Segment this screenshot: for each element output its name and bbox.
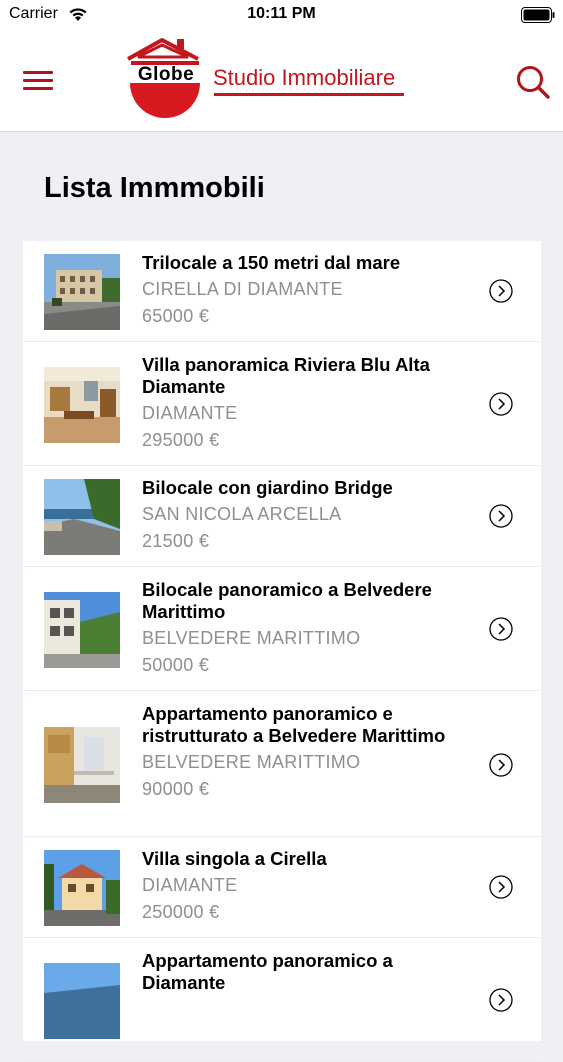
listing-photo [44,254,120,330]
listing-title: Villa panoramica Riviera Blu Alta Diaman… [142,354,430,397]
listing-price: 50000 € [142,655,210,675]
listing-title: Villa singola a Cirella [142,848,327,869]
search-icon[interactable] [515,64,551,100]
chevron-right-icon[interactable] [489,279,513,303]
listing-photo [44,850,120,926]
listing-row[interactable]: Villa panoramica Riviera Blu Alta Diaman… [23,342,541,466]
listing-location: CIRELLA DI DIAMANTE [142,279,343,299]
logo-mark-text: Globe [137,64,195,85]
listing-price: 295000 € [142,430,220,450]
listing-photo [44,727,120,803]
logo: Globe Studio Immobiliare [126,37,416,127]
listing-location: DIAMANTE [142,403,238,423]
chevron-right-icon[interactable] [489,617,513,641]
listing-title: Appartamento panoramico a Diamante [142,950,393,993]
listing-list: Trilocale a 150 metri dal mare CIRELLA D… [23,241,541,1062]
listing-price: 65000 € [142,306,210,326]
listing-row[interactable]: Appartamento panoramico a Diamante [23,938,541,1062]
listing-title: Bilocale con giardino Bridge [142,477,393,498]
status-time: 10:11 PM [247,5,316,22]
battery-icon [521,7,555,23]
logo-underline [214,93,404,96]
listing-row[interactable]: Appartamento panoramico e ristrutturato … [23,691,541,837]
listing-row[interactable]: Villa singola a Cirella DIAMANTE 250000 … [23,837,541,938]
page-title: Lista Immmobili [44,172,265,204]
listing-location: BELVEDERE MARITTIMO [142,752,361,772]
chevron-right-icon[interactable] [489,988,513,1012]
listing-title: Appartamento panoramico e ristrutturato … [142,703,446,746]
listing-photo [44,963,120,1039]
logo-text: Studio Immobiliare [213,65,396,90]
menu-icon[interactable] [23,70,53,92]
chevron-right-icon[interactable] [489,504,513,528]
chevron-right-icon[interactable] [489,875,513,899]
listing-photo [44,367,120,443]
nav-bar: Globe Studio Immobiliare [0,32,563,132]
chevron-right-icon[interactable] [489,392,513,416]
listing-price: 21500 € [142,531,210,551]
listing-photo [44,592,120,668]
listing-price: 90000 € [142,779,210,799]
listing-title: Trilocale a 150 metri dal mare [142,252,401,273]
listing-row[interactable]: Bilocale con giardino Bridge SAN NICOLA … [23,466,541,567]
listing-location: BELVEDERE MARITTIMO [142,628,361,648]
listing-price: 250000 € [142,902,220,922]
chevron-right-icon[interactable] [489,753,513,777]
listing-title: Bilocale panoramico a Belvedere Marittim… [142,579,432,622]
listing-row[interactable]: Bilocale panoramico a Belvedere Marittim… [23,567,541,691]
status-bar: Carrier 10:11 PM [0,0,563,32]
listing-location: SAN NICOLA ARCELLA [142,504,342,524]
listing-row[interactable]: Trilocale a 150 metri dal mare CIRELLA D… [23,241,541,342]
listing-photo [44,479,120,555]
listing-location: DIAMANTE [142,875,238,895]
